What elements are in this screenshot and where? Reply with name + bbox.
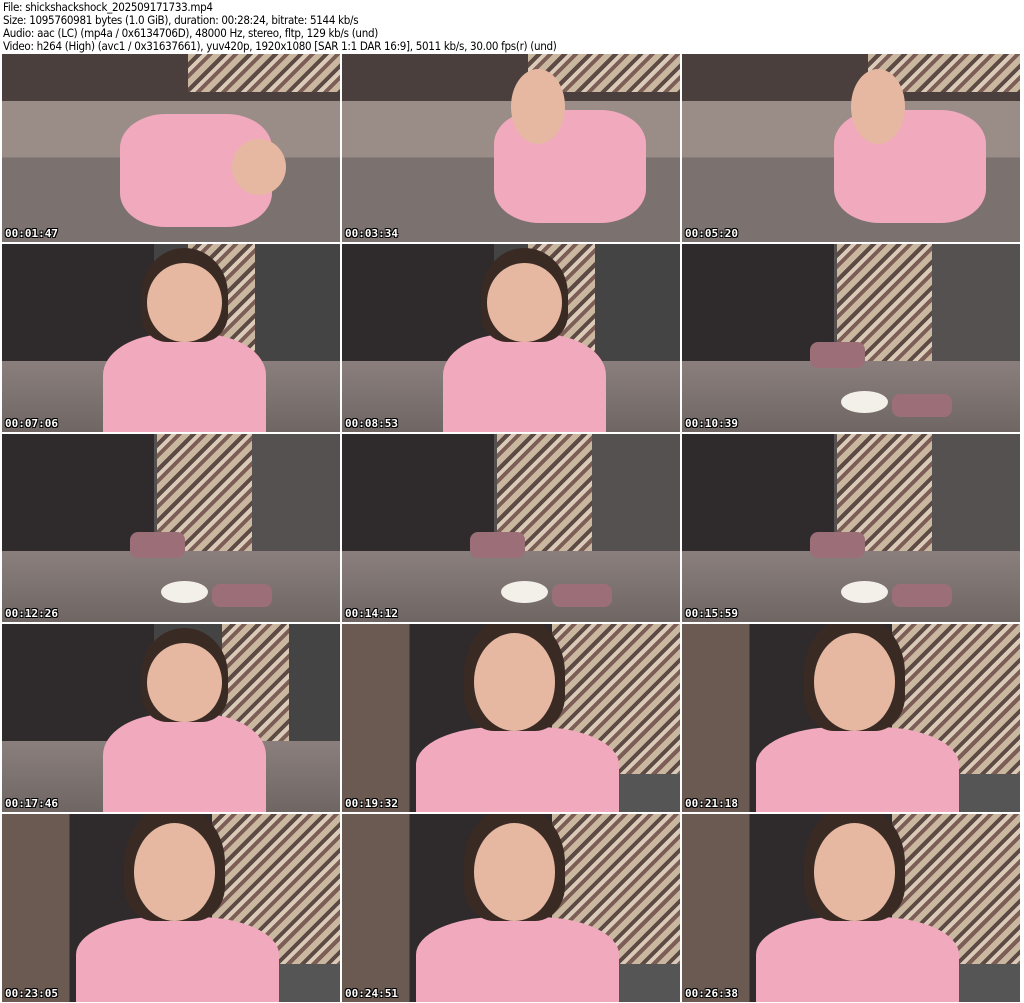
video-thumbnail: 00:19:32 (342, 624, 680, 812)
timestamp-label: 00:23:05 (5, 987, 58, 1000)
video-info: Video: h264 (High) (avc1 / 0x31637661), … (3, 39, 557, 53)
timestamp-label: 00:01:47 (5, 227, 58, 240)
video-thumbnail: 00:10:39 (682, 244, 1020, 432)
video-thumbnail: 00:14:12 (342, 434, 680, 622)
video-thumbnail: 00:05:20 (682, 54, 1020, 242)
timestamp-label: 00:05:20 (685, 227, 738, 240)
video-thumbnail: 00:08:53 (342, 244, 680, 432)
video-thumbnail: 00:03:34 (342, 54, 680, 242)
video-thumbnail: 00:24:51 (342, 814, 680, 1002)
timestamp-label: 00:19:32 (345, 797, 398, 810)
video-thumbnail: 00:01:47 (2, 54, 340, 242)
timestamp-label: 00:15:59 (685, 607, 738, 620)
video-thumbnail: 00:15:59 (682, 434, 1020, 622)
video-thumbnail: 00:07:06 (2, 244, 340, 432)
video-thumbnail: 00:17:46 (2, 624, 340, 812)
timestamp-label: 00:24:51 (345, 987, 398, 1000)
timestamp-label: 00:10:39 (685, 417, 738, 430)
timestamp-label: 00:14:12 (345, 607, 398, 620)
timestamp-label: 00:17:46 (5, 797, 58, 810)
file-info-header: File: shickshackshock_202509171733.mp4 S… (3, 1, 557, 53)
timestamp-label: 00:26:38 (685, 987, 738, 1000)
timestamp-label: 00:21:18 (685, 797, 738, 810)
video-thumbnail: 00:12:26 (2, 434, 340, 622)
thumbnail-grid: 00:01:47 00:03:34 00:05:20 00:07:06 00:0… (2, 54, 1020, 1002)
timestamp-label: 00:08:53 (345, 417, 398, 430)
timestamp-label: 00:03:34 (345, 227, 398, 240)
timestamp-label: 00:07:06 (5, 417, 58, 430)
video-thumbnail: 00:26:38 (682, 814, 1020, 1002)
timestamp-label: 00:12:26 (5, 607, 58, 620)
video-thumbnail: 00:23:05 (2, 814, 340, 1002)
video-thumbnail: 00:21:18 (682, 624, 1020, 812)
